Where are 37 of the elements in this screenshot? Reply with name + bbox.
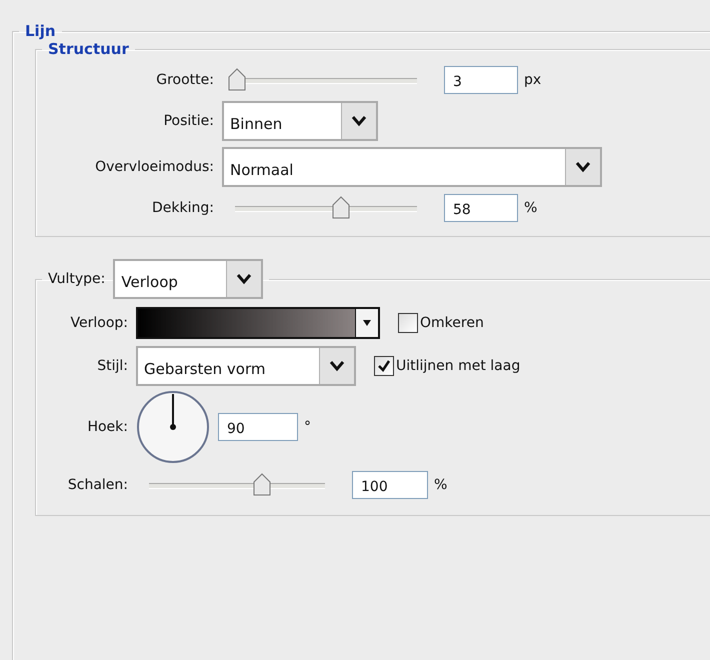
- angle-dial[interactable]: [136, 390, 210, 464]
- dropdown[interactable]: Gebarsten vorm: [136, 346, 356, 386]
- chevron-icon: [236, 273, 252, 285]
- chevron-icon: [329, 360, 345, 372]
- input-field[interactable]: 100: [352, 471, 428, 499]
- group-title: Structuur: [47, 40, 130, 58]
- slider-thumb[interactable]: [332, 196, 350, 220]
- slider-thumb[interactable]: [252, 473, 271, 497]
- caret-icon: [363, 320, 371, 326]
- input-field[interactable]: 58: [444, 194, 518, 222]
- field-label: Hoek:: [86, 419, 129, 435]
- unit-label: %: [524, 200, 538, 216]
- field-label: Positie:: [162, 113, 215, 129]
- checkbox-label: Omkeren: [420, 315, 484, 331]
- dropdown[interactable]: Normaal: [222, 147, 602, 187]
- chevron-icon: [575, 161, 591, 173]
- field-label: Schalen:: [66, 477, 129, 493]
- field-label: Grootte:: [155, 72, 215, 88]
- gradient-swatch[interactable]: [136, 307, 380, 339]
- input-field[interactable]: 3: [444, 66, 518, 94]
- field-label: Verloop:: [70, 315, 129, 331]
- slider-thumb[interactable]: [228, 68, 246, 92]
- input-field[interactable]: 90: [218, 413, 298, 441]
- dropdown[interactable]: Binnen: [222, 101, 378, 141]
- field-label: Stijl:: [96, 358, 129, 374]
- group-title: Lijn: [24, 22, 57, 40]
- field-label: Vultype:: [48, 271, 106, 287]
- chevron-icon: [351, 115, 367, 127]
- unit-label: °: [304, 419, 311, 435]
- unit-label: px: [524, 72, 542, 88]
- checkbox-label: Uitlijnen met laag: [396, 358, 520, 374]
- checkbox[interactable]: [374, 356, 394, 376]
- unit-label: %: [434, 477, 448, 493]
- field-label: Dekking:: [151, 200, 215, 216]
- checkbox[interactable]: [398, 313, 418, 333]
- field-label: Overvloeimodus:: [94, 159, 215, 175]
- dropdown[interactable]: Verloop: [113, 259, 264, 299]
